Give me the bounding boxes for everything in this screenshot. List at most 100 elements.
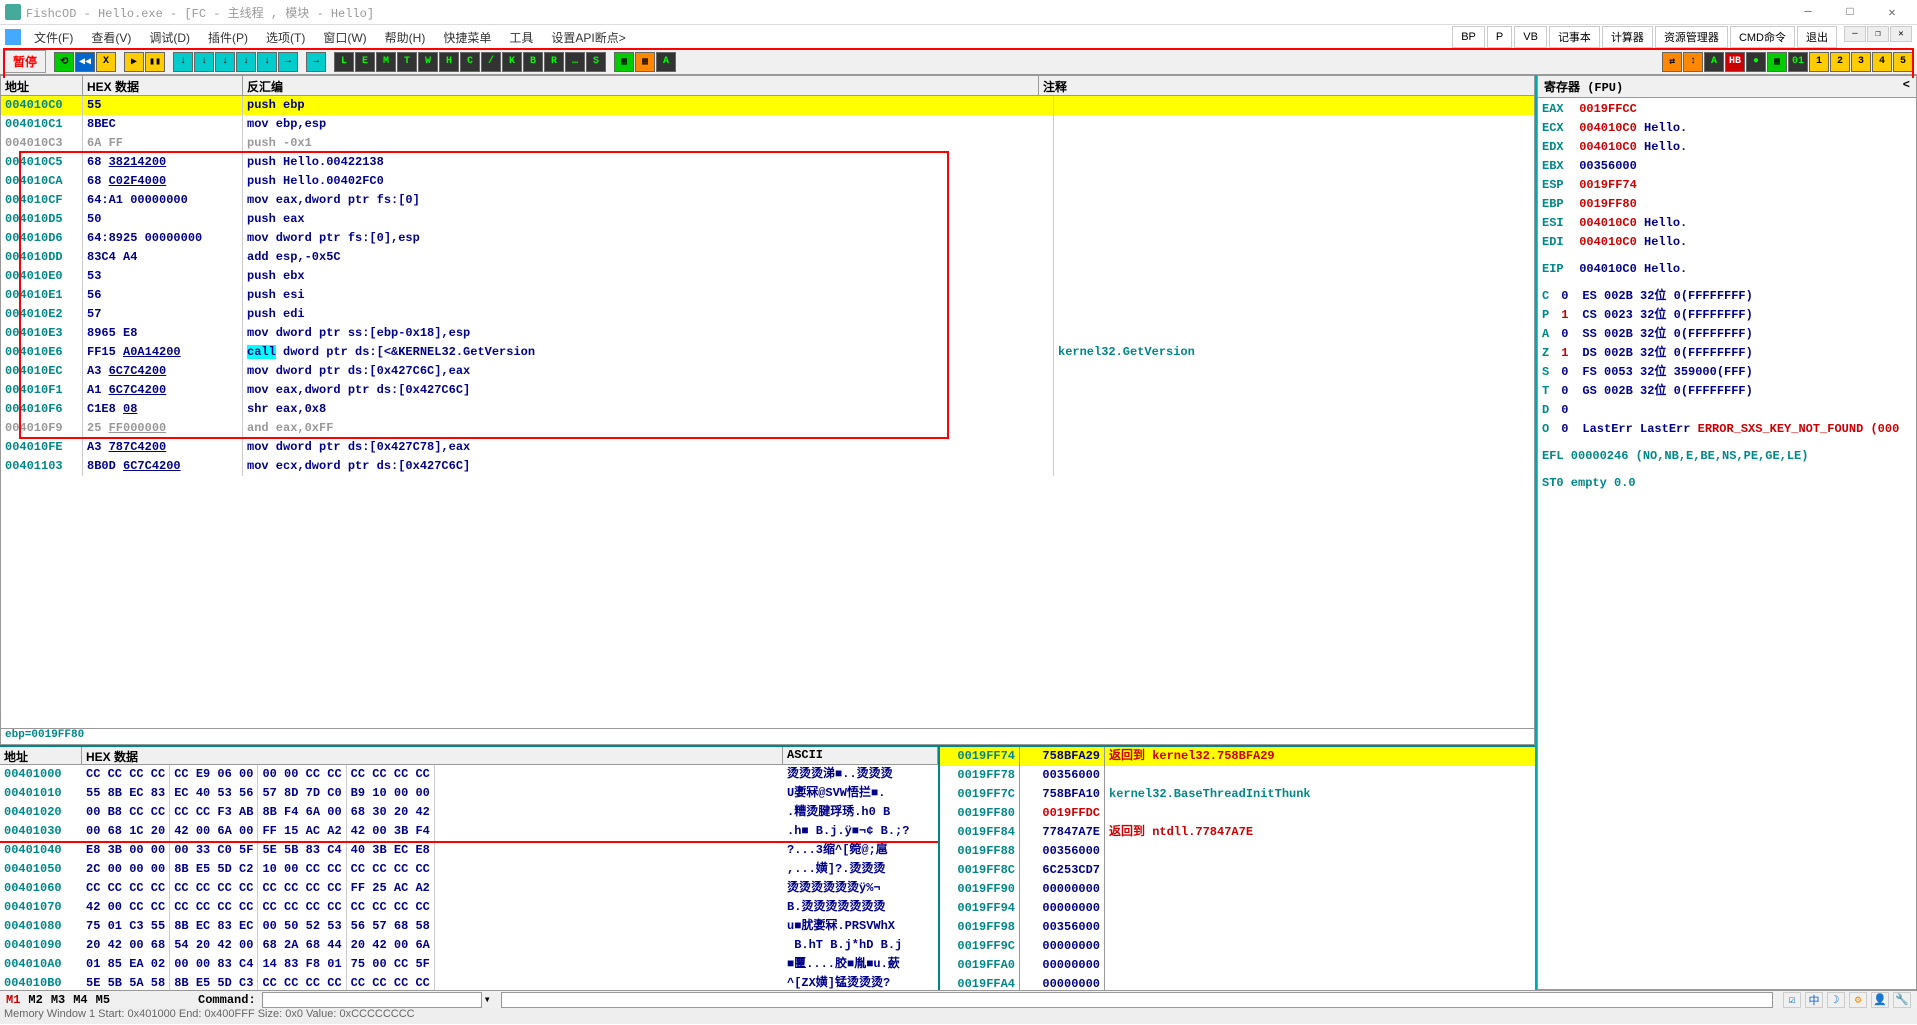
disasm-row[interactable]: 004010D664:8925 00000000mov dword ptr fs… (1, 229, 1534, 248)
stack-body[interactable]: 0019FF74758BFA29返回到 kernel32.758BFA29001… (940, 747, 1535, 990)
tb-opt2-icon[interactable]: ↕ (1683, 52, 1703, 72)
hex-col-addr[interactable]: 地址 (0, 747, 82, 764)
tb-goto-icon[interactable]: → (306, 52, 326, 72)
menu-view[interactable]: 查看(V) (83, 27, 139, 48)
tb-B[interactable]: B (523, 52, 543, 72)
tb-font-icon[interactable]: A (656, 52, 676, 72)
disasm-row[interactable]: 004010F1A1 6C7C4200mov eax,dword ptr ds:… (1, 381, 1534, 400)
disasm-row[interactable]: 004010C18BECmov ebp,esp (1, 115, 1534, 134)
disasm-row[interactable]: 004010C055push ebp (1, 96, 1534, 115)
reg-row[interactable]: EBP 0019FF80 (1542, 195, 1912, 214)
command-input2[interactable] (501, 992, 1773, 1008)
stack-row[interactable]: 0019FFA000000000 (940, 956, 1535, 975)
tb-R[interactable]: R (544, 52, 564, 72)
tb-W[interactable]: W (418, 52, 438, 72)
tb-4[interactable]: 4 (1872, 52, 1892, 72)
btn-notepad[interactable]: 记事本 (1549, 26, 1600, 48)
disasm-row[interactable]: 004010D550push eax (1, 210, 1534, 229)
disasm-row[interactable]: 004010E6FF15 A0A14200call dword ptr ds:[… (1, 343, 1534, 362)
menu-debug[interactable]: 调试(D) (141, 27, 198, 48)
btn-calc[interactable]: 计算器 (1602, 26, 1653, 48)
tb-step2-icon[interactable]: ↓ (194, 52, 214, 72)
tb-pause-icon[interactable]: ▮▮ (145, 52, 165, 72)
disasm-row[interactable]: 004010C36A FFpush -0x1 (1, 134, 1534, 153)
close-button[interactable]: ✕ (1872, 2, 1912, 22)
col-address[interactable]: 地址 (1, 76, 83, 95)
reg-expand-icon[interactable]: < (1903, 78, 1910, 95)
reg-body[interactable]: EAX 0019FFCCECX 004010C0 Hello.EDX 00401… (1538, 98, 1916, 989)
menu-quick[interactable]: 快捷菜单 (435, 27, 499, 48)
flag-row[interactable]: C 0 ES 002B 32位 0(FFFFFFFF) (1542, 287, 1912, 306)
menu-option[interactable]: 选项(T) (258, 27, 313, 48)
menu-tools[interactable]: 工具 (501, 27, 541, 48)
status-check-icon[interactable]: ☑ (1783, 992, 1801, 1008)
hex-row[interactable]: 0040101055 8B EC 83EC 40 53 5657 8D 7D C… (0, 784, 938, 803)
reg-row[interactable]: EDI 004010C0 Hello. (1542, 233, 1912, 252)
status-m4[interactable]: M4 (73, 993, 87, 1007)
tb-A2[interactable]: A (1704, 52, 1724, 72)
tb-K[interactable]: K (502, 52, 522, 72)
tb-step1-icon[interactable]: ↓ (173, 52, 193, 72)
tb-L[interactable]: L (334, 52, 354, 72)
btn-exit[interactable]: 退出 (1797, 26, 1837, 48)
btn-p[interactable]: P (1487, 26, 1512, 48)
tb-M[interactable]: M (376, 52, 396, 72)
flag-row[interactable]: P 1 CS 0023 32位 0(FFFFFFFF) (1542, 306, 1912, 325)
tb-5[interactable]: 5 (1893, 52, 1913, 72)
disasm-row[interactable]: 004010CF64:A1 00000000mov eax,dword ptr … (1, 191, 1534, 210)
col-comment[interactable]: 注释 (1039, 76, 1534, 95)
reg-efl[interactable]: EFL 00000246 (NO,NB,E,BE,NS,PE,GE,LE) (1542, 447, 1912, 466)
stack-row[interactable]: 0019FF8C6C253CD7 (940, 861, 1535, 880)
btn-bp[interactable]: BP (1452, 26, 1485, 48)
menu-api[interactable]: 设置API断点> (543, 27, 633, 48)
stack-row[interactable]: 0019FF9000000000 (940, 880, 1535, 899)
hex-col-hex[interactable]: HEX 数据 (82, 747, 783, 764)
hex-row[interactable]: 004010A001 85 EA 0200 00 83 C414 83 F8 0… (0, 955, 938, 974)
sub-close[interactable]: ✕ (1890, 26, 1912, 42)
tb-play-icon[interactable]: ▶ (124, 52, 144, 72)
stack-row[interactable]: 0019FF7800356000 (940, 766, 1535, 785)
tb-3[interactable]: 3 (1851, 52, 1871, 72)
disasm-row[interactable]: 004010E257push edi (1, 305, 1534, 324)
tb-hb-icon[interactable]: HB (1725, 52, 1745, 72)
stack-row[interactable]: 0019FFA400000000 (940, 975, 1535, 990)
tb-H[interactable]: H (439, 52, 459, 72)
reg-row[interactable]: EAX 0019FFCC (1542, 100, 1912, 119)
menu-file[interactable]: 文件(F) (26, 27, 81, 48)
disasm-row[interactable]: 004010F6C1E8 08shr eax,0x8 (1, 400, 1534, 419)
btn-resmgr[interactable]: 资源管理器 (1655, 26, 1728, 48)
status-gear-icon[interactable]: ⚙ (1849, 992, 1867, 1008)
col-hexdata[interactable]: HEX 数据 (83, 76, 243, 95)
flag-row[interactable]: S 0 FS 0053 32位 359000(FFF) (1542, 363, 1912, 382)
tb-grid3-icon[interactable]: ▦ (1767, 52, 1787, 72)
reg-row[interactable]: EDX 004010C0 Hello. (1542, 138, 1912, 157)
flag-row[interactable]: A 0 SS 002B 32位 0(FFFFFFFF) (1542, 325, 1912, 344)
reg-st0[interactable]: ST0 empty 0.0 (1542, 474, 1912, 493)
stack-row[interactable]: 0019FF9C00000000 (940, 937, 1535, 956)
maximize-button[interactable]: □ (1830, 2, 1870, 22)
minimize-button[interactable]: ─ (1788, 2, 1828, 22)
sub-minimize[interactable]: ─ (1844, 26, 1866, 42)
tb-C[interactable]: C (460, 52, 480, 72)
stack-row[interactable]: 0019FF8477847A7E返回到 ntdll.77847A7E (940, 823, 1535, 842)
flag-row[interactable]: T 0 GS 002B 32位 0(FFFFFFFF) (1542, 382, 1912, 401)
stack-row[interactable]: 0019FF9800356000 (940, 918, 1535, 937)
disasm-row[interactable]: 004010E053push ebx (1, 267, 1534, 286)
tb-rewind-icon[interactable]: ◀◀ (75, 52, 95, 72)
hex-row[interactable]: 004010B05E 5B 5A 588B E5 5D C3CC CC CC C… (0, 974, 938, 990)
hex-row[interactable]: 0040103000 68 1C 2042 00 6A 00FF 15 AC A… (0, 822, 938, 841)
flag-row[interactable]: Z 1 DS 002B 32位 0(FFFFFFFF) (1542, 344, 1912, 363)
tb-01-icon[interactable]: 01 (1788, 52, 1808, 72)
reg-row[interactable]: ESI 004010C0 Hello. (1542, 214, 1912, 233)
disasm-row[interactable]: 004010ECA3 6C7C4200mov dword ptr ds:[0x4… (1, 362, 1534, 381)
status-tool-icon[interactable]: 🔧 (1893, 992, 1911, 1008)
tb-dot-icon[interactable]: ● (1746, 52, 1766, 72)
tb-grid2-icon[interactable]: ▦ (635, 52, 655, 72)
hex-body[interactable]: 00401000CC CC CC CCCC E9 06 0000 00 CC C… (0, 765, 938, 990)
reg-eip[interactable]: EIP 004010C0 Hello. (1542, 260, 1912, 279)
status-m3[interactable]: M3 (51, 993, 65, 1007)
hex-row[interactable]: 00401000CC CC CC CCCC E9 06 0000 00 CC C… (0, 765, 938, 784)
status-person-icon[interactable]: 👤 (1871, 992, 1889, 1008)
hex-row[interactable]: 0040107042 00 CC CCCC CC CC CCCC CC CC C… (0, 898, 938, 917)
col-disasm[interactable]: 反汇编 (243, 76, 1039, 95)
